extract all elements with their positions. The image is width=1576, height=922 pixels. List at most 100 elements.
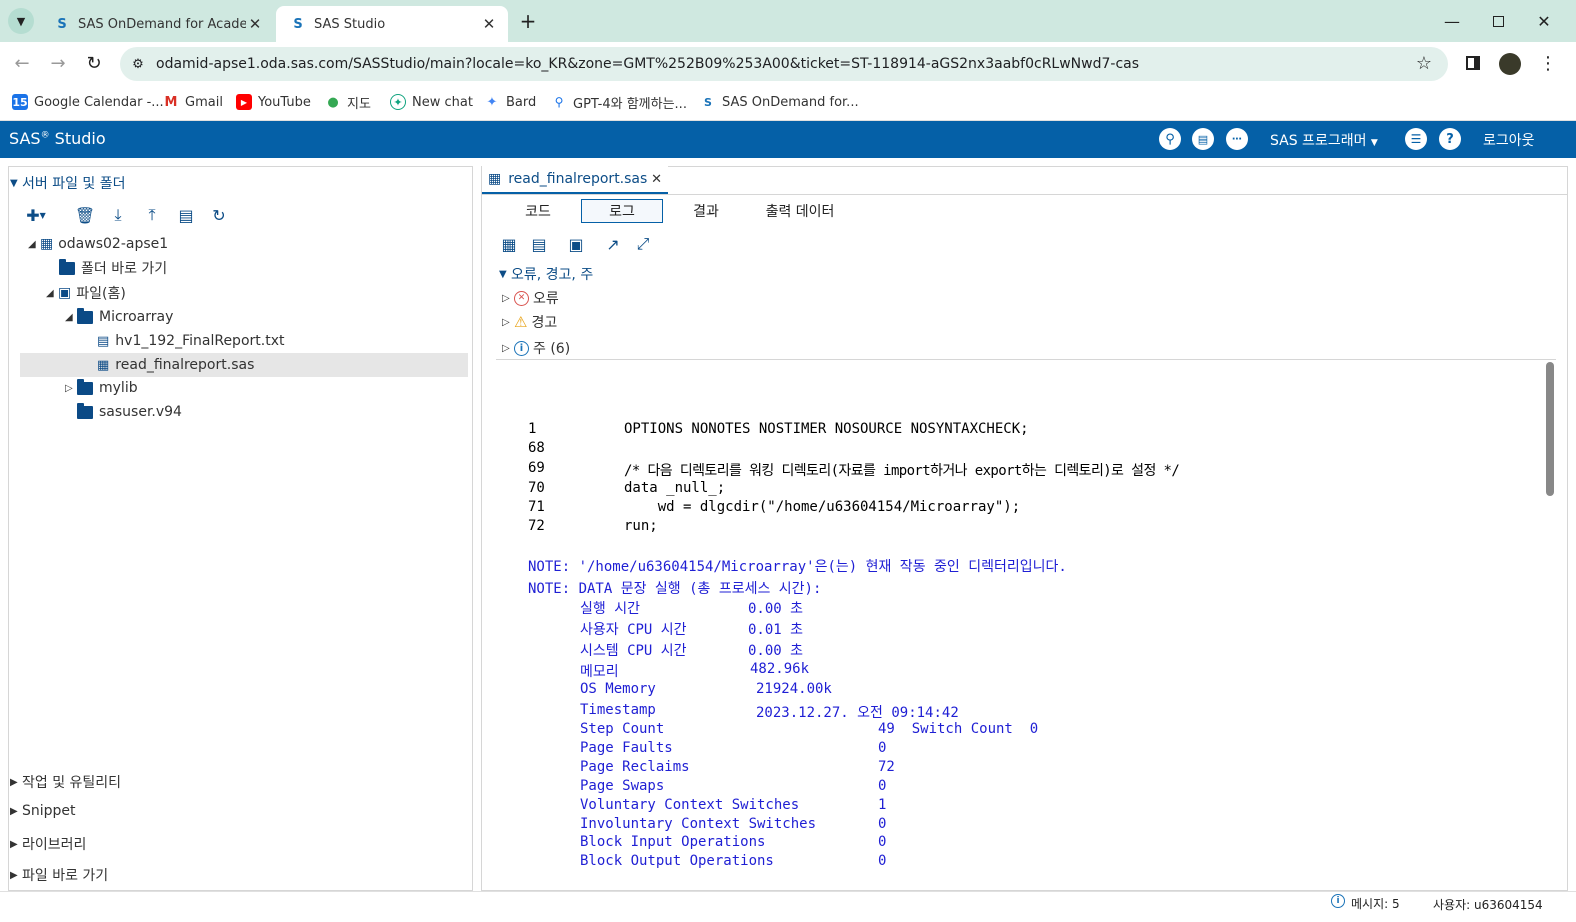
close-tab-icon[interactable]: ✕ [480,15,498,33]
subtab-log[interactable]: 로그 [581,199,663,223]
tab-title: SAS OnDemand for Academics [78,16,246,32]
tab-search-button[interactable]: ▼ [8,8,34,34]
log-stat-label: Page Swaps [580,778,665,794]
section-snippets[interactable]: ▶ Snippet [10,803,76,819]
open-folder-icon[interactable]: ▤ [1192,128,1214,150]
status-user: 사용자: u63604154 [1433,898,1543,912]
sas-favicon-icon: S [293,16,303,32]
more-menu-icon[interactable]: ☰ [1405,128,1427,150]
log-stat-value: 72 [878,759,895,775]
log-stat-label: Page Faults [580,740,673,756]
print-icon[interactable]: ▣ [565,233,587,255]
side-panel-icon[interactable] [1461,51,1485,75]
bookmark-youtube[interactable]: ▶ YouTube [236,92,311,112]
bookmark-maps[interactable]: ● 지도 [325,92,371,112]
status-messages[interactable]: 메시지: 5 [1351,895,1400,912]
download-icon[interactable]: ⤓ [107,204,129,226]
bookmark-label: Bard [506,94,537,110]
maximize-window-icon[interactable] [1486,9,1510,33]
info-icon[interactable]: i [1331,894,1345,908]
section-libraries[interactable]: ▶ 라이브러리 [10,834,86,854]
subtab-output-data[interactable]: 출력 데이터 [750,199,850,223]
tree-label: odaws02-apse1 [58,236,169,252]
tree-node-sasuser[interactable]: sasuser.v94 [77,401,182,423]
log-stat-label: 실행 시간 [580,601,640,617]
bookmark-star-icon[interactable]: ☆ [1412,51,1436,75]
section-server-files[interactable]: ▼ 서버 파일 및 폴더 [10,173,126,193]
bookmark-new-chat[interactable]: ✦ New chat [390,92,473,112]
expanded-triangle-icon: ▼ [10,177,18,189]
editor-file-tab[interactable]: ▦ read_finalreport.sas ✕ [482,166,668,194]
tree-node-home[interactable]: ◢ ▣ 파일(홈) [46,282,126,304]
browser-tab-sas-ondemand[interactable]: S SAS OnDemand for Academics ✕ [40,6,274,42]
apps-grid-icon[interactable]: ⋯ [1226,128,1248,150]
log-stat-label: Block Output Operations [580,853,774,869]
download-log-icon[interactable]: ▤ [528,233,550,255]
maximize-view-icon[interactable]: ⤢ [632,233,654,255]
log-summary-header[interactable]: ▼ 오류, 경고, 주 [499,264,593,284]
search-icon[interactable]: ⚲ [1159,128,1181,150]
text-file-icon: ▤ [97,333,110,349]
browser-tab-sas-studio[interactable]: S SAS Studio ✕ [276,6,508,42]
notes-label: 주 (6) [533,341,571,357]
forward-icon[interactable]: → [46,51,70,75]
tree-node-microarray[interactable]: ◢ Microarray [65,306,173,328]
log-notes-row[interactable]: ▷ i 주 (6) [502,338,570,358]
tree-node-folder-shortcuts[interactable]: 폴더 바로 가기 [59,257,167,279]
bookmark-gmail[interactable]: M Gmail [163,92,223,112]
new-tab-icon[interactable]: + [516,9,540,33]
open-in-new-window-icon[interactable]: ↗ [602,233,624,255]
app-title: SAS® Studio [9,129,106,148]
subtab-code[interactable]: 코드 [497,199,579,223]
tree-node-mylib[interactable]: ▷ mylib [65,377,138,399]
tab-title: SAS Studio [314,16,386,32]
tree-label: sasuser.v94 [99,404,182,420]
help-icon[interactable]: ? [1439,128,1461,150]
close-tab-icon[interactable]: ✕ [246,15,264,33]
sas-favicon-icon: S [704,95,712,109]
log-warnings-row[interactable]: ▷ ⚠ 경고 [502,312,557,332]
subtab-results[interactable]: 결과 [665,199,747,223]
profile-avatar[interactable] [1499,53,1521,75]
log-scrollbar[interactable] [1546,362,1554,496]
minimize-window-icon[interactable]: — [1440,9,1464,33]
folder-icon [59,258,75,275]
back-icon[interactable]: ← [10,51,34,75]
log-line-number: 68 [528,440,545,456]
reload-icon[interactable]: ↻ [82,51,106,75]
save-log-icon[interactable]: ▦ [498,233,520,255]
bookmark-bard[interactable]: ✦ Bard [484,92,537,112]
collapsed-triangle-icon: ▶ [10,838,18,850]
section-file-shortcuts[interactable]: ▶ 파일 바로 가기 [10,865,108,885]
new-file-icon[interactable]: ✚ ▼ [25,204,47,226]
close-tab-icon[interactable]: ✕ [651,172,662,187]
log-stat-value: 0 [878,740,887,756]
bookmark-sas-ondemand[interactable]: S SAS OnDemand for... [700,92,859,112]
section-tasks-utilities[interactable]: ▶ 작업 및 유틸리티 [10,772,121,792]
browser-menu-icon[interactable]: ⋮ [1536,51,1560,75]
refresh-icon[interactable]: ↻ [208,204,230,226]
log-errors-row[interactable]: ▷ ✕ 오류 [502,288,559,308]
bard-sparkle-icon: ✦ [486,94,498,110]
tree-label: hv1_192_FinalReport.txt [115,333,285,349]
sas-programmer-menu[interactable]: SAS 프로그래머 ▼ [1270,130,1378,150]
close-window-icon[interactable]: ✕ [1532,9,1556,33]
section-label: 작업 및 유틸리티 [22,775,122,791]
upload-icon[interactable]: ⤒ [141,204,163,226]
expanded-triangle-icon: ◢ [46,287,54,299]
log-stat-label: 시스템 CPU 시간 [580,643,687,659]
calendar-icon: 15 [12,94,28,110]
bookmark-google-calendar[interactable]: 15 Google Calendar -... [12,92,164,112]
address-bar[interactable]: ⚙ odamid-apse1.oda.sas.com/SASStudio/mai… [120,47,1448,81]
bookmark-gpt4[interactable]: ⚲ GPT-4와 함께하는... [551,92,687,112]
section-label: 파일 바로 가기 [22,868,109,884]
tree-node-server[interactable]: ◢ ▦ odaws02-apse1 [28,233,168,255]
site-info-icon[interactable]: ⚙ [120,57,156,72]
properties-icon[interactable]: ▤ [175,204,197,226]
tree-node-file-sas[interactable]: ▦ read_finalreport.sas [97,354,254,376]
tree-node-file-txt[interactable]: ▤ hv1_192_FinalReport.txt [97,330,284,352]
chatgpt-icon: ✦ [390,94,406,110]
logout-link[interactable]: 로그아웃 [1483,130,1535,150]
log-stat-label: 메모리 [580,664,619,680]
delete-icon[interactable]: 🗑 [74,204,96,226]
